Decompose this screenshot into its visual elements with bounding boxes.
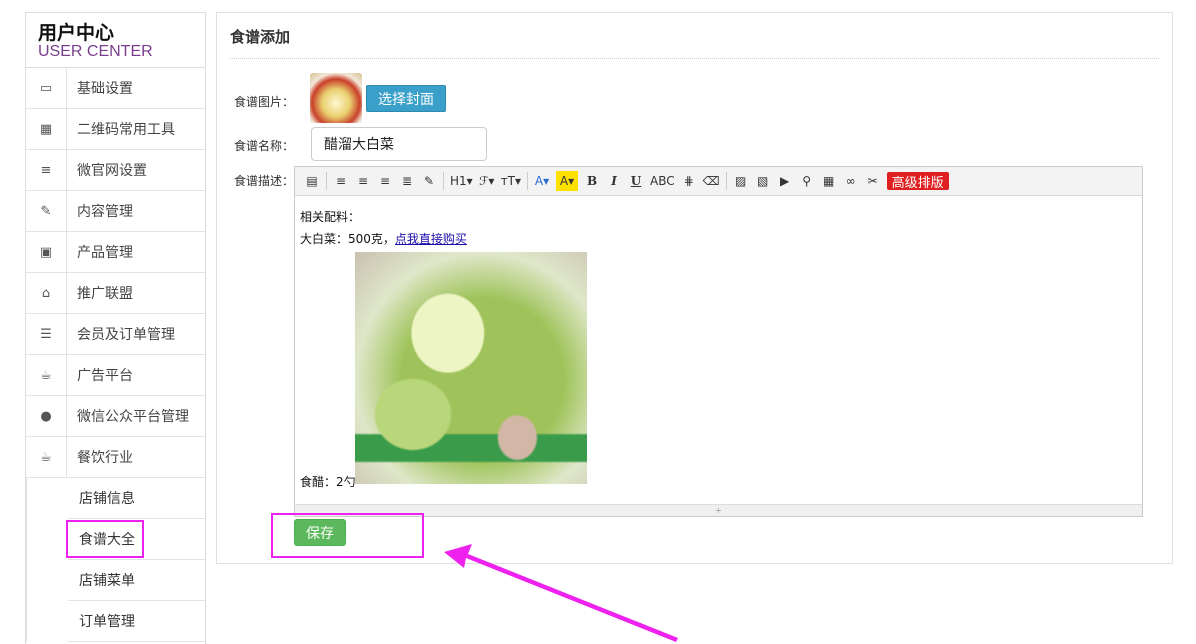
- page-title: 食谱添加: [230, 28, 291, 46]
- ingredients-heading: 相关配料：: [300, 210, 361, 224]
- rich-text-editor[interactable]: ▤ ≡ ≡ ≡ ≣ ✎ H1▾ ℱ▾ тT▾ A▾ A▾ B I U ABC ⋕ ⌫ ▨ ▧ ▶ ⚲ ▦ ∞ ✂ 高级排版 相关…: [294, 166, 1143, 517]
- sidebar-item[interactable]: ☰ 会员及订单管理: [26, 314, 205, 355]
- name-label: 食谱名称：: [234, 139, 295, 153]
- sidebar-item-label: 基础设置: [77, 81, 133, 97]
- select-cover-button[interactable]: 选择封面: [366, 85, 446, 112]
- source-icon[interactable]: ▤: [304, 171, 320, 191]
- sidebar-item-label: 微官网设置: [77, 163, 147, 179]
- ingredient-line: 大白菜：500克，点我直接购买: [300, 228, 1137, 250]
- cover-thumbnail[interactable]: [310, 73, 362, 123]
- save-button[interactable]: 保存: [294, 519, 346, 546]
- annotation-arrow-icon: [444, 544, 678, 642]
- sidebar-item[interactable]: ☕ 广告平台: [26, 355, 205, 396]
- underline-icon[interactable]: U: [628, 171, 644, 191]
- format-brush-icon[interactable]: ✎: [421, 171, 437, 191]
- cover-label: 食谱图片：: [234, 95, 295, 109]
- sidebar-item-label: 推广联盟: [77, 286, 133, 302]
- ingredient-line-vinegar: 食醋：2勺: [300, 475, 356, 489]
- sidebar-item-label: 微信公众平台管理: [77, 409, 189, 425]
- sidebar-item-label: 二维码常用工具: [77, 122, 175, 138]
- sidebar-item-label: 会员及订单管理: [77, 327, 175, 343]
- sidebar-item-label: 广告平台: [77, 368, 133, 384]
- align-center-icon[interactable]: ≡: [355, 171, 371, 191]
- sidebar-item[interactable]: ▣ 产品管理: [26, 232, 205, 273]
- align-justify-icon[interactable]: ≣: [399, 171, 415, 191]
- toolbar-separator: [443, 172, 444, 190]
- sidebar-item-label: 餐饮行业: [77, 450, 133, 466]
- sidebar-subitem-label: 订单管理: [79, 614, 135, 630]
- multi-image-icon[interactable]: ▧: [755, 171, 771, 191]
- sidebar-subitem[interactable]: 店铺信息: [68, 478, 205, 519]
- video-icon[interactable]: ▶: [777, 171, 793, 191]
- user-center-brand: 用户中心 USER CENTER: [26, 13, 205, 68]
- sidebar-subitem-label: 店铺菜单: [79, 573, 135, 589]
- toolbar-separator: [725, 172, 727, 190]
- sidebar-item[interactable]: ▭ 基础设置: [26, 68, 205, 109]
- background-color-icon[interactable]: A▾: [556, 171, 579, 191]
- active-highlight-box: [66, 520, 144, 558]
- resize-icon: ÷: [715, 506, 722, 515]
- eraser-icon[interactable]: ⌫: [703, 171, 720, 191]
- sidebar-item-label: 产品管理: [77, 245, 133, 261]
- sidebar-item[interactable]: ✎ 内容管理: [26, 191, 205, 232]
- editor-toolbar: ▤ ≡ ≡ ≡ ≣ ✎ H1▾ ℱ▾ тT▾ A▾ A▾ B I U ABC ⋕ ⌫ ▨ ▧ ▶ ⚲ ▦ ∞ ✂ 高级排版: [295, 167, 1142, 196]
- title-divider: [230, 58, 1159, 59]
- database-icon: ☰: [26, 314, 67, 354]
- sidebar-subitem[interactable]: 食谱大全: [66, 519, 205, 560]
- sidebar-subitem-label: 店铺信息: [79, 491, 135, 507]
- buy-link[interactable]: 点我直接购买: [395, 232, 467, 246]
- sidebar-item[interactable]: ☕ 餐饮行业: [26, 437, 205, 478]
- gift-icon: ⌂: [26, 273, 67, 313]
- list-icon: ≡: [26, 150, 67, 190]
- align-right-icon[interactable]: ≡: [377, 171, 393, 191]
- sidebar-item[interactable]: ● 微信公众平台管理: [26, 396, 205, 437]
- food-image[interactable]: [355, 252, 587, 484]
- advanced-layout-button[interactable]: 高级排版: [886, 172, 949, 191]
- unlink-icon[interactable]: ✂: [865, 171, 881, 191]
- sidebar: 用户中心 USER CENTER ▭ 基础设置 ▦ 二维码常用工具 ≡ 微官网设置 ✎ 内容管…: [25, 12, 206, 644]
- font-size-icon[interactable]: тT▾: [501, 171, 521, 191]
- chat-icon: ●: [26, 396, 67, 436]
- sidebar-item[interactable]: ≡ 微官网设置: [26, 150, 205, 191]
- sidebar-item[interactable]: ⌂ 推广联盟: [26, 273, 205, 314]
- toolbar-separator: [326, 172, 327, 190]
- toolbar-separator: [527, 172, 529, 190]
- desc-label: 食谱描述：: [234, 174, 295, 188]
- font-family-icon[interactable]: ℱ▾: [479, 171, 495, 191]
- edit-icon: ✎: [26, 191, 67, 231]
- italic-icon[interactable]: I: [606, 171, 622, 191]
- align-left-icon[interactable]: ≡: [333, 171, 349, 191]
- insert-image-icon[interactable]: ▨: [733, 171, 749, 191]
- horizontal-rule-icon[interactable]: ⋕: [681, 171, 697, 191]
- sidebar-subitem[interactable]: 订单管理: [68, 601, 205, 642]
- coffee-icon: ☕: [26, 355, 67, 395]
- image-icon: ▣: [26, 232, 67, 272]
- bold-icon[interactable]: B: [584, 171, 600, 191]
- recipe-name-input[interactable]: [311, 127, 487, 161]
- heading-icon[interactable]: H1▾: [450, 171, 473, 191]
- coffee-icon: ☕: [26, 437, 67, 477]
- sidebar-item[interactable]: ▦ 二维码常用工具: [26, 109, 205, 150]
- ingredient-text: 大白菜：500克，: [300, 232, 395, 246]
- sidebar-subitem[interactable]: 店铺菜单: [68, 560, 205, 601]
- brand-title: 用户中心: [38, 22, 115, 44]
- monitor-icon: ▭: [26, 68, 67, 108]
- brand-subtitle: USER CENTER: [38, 43, 153, 60]
- font-color-icon[interactable]: A▾: [534, 171, 550, 191]
- sidebar-item-label: 内容管理: [77, 204, 133, 220]
- link-icon[interactable]: ∞: [843, 171, 859, 191]
- table-icon[interactable]: ▦: [821, 171, 837, 191]
- qrcode-icon: ▦: [26, 109, 67, 149]
- editor-content[interactable]: 相关配料： 大白菜：500克，点我直接购买 食醋：2勺: [295, 196, 1142, 489]
- strikethrough-icon[interactable]: ABC: [650, 171, 675, 191]
- attachment-icon[interactable]: ⚲: [799, 171, 815, 191]
